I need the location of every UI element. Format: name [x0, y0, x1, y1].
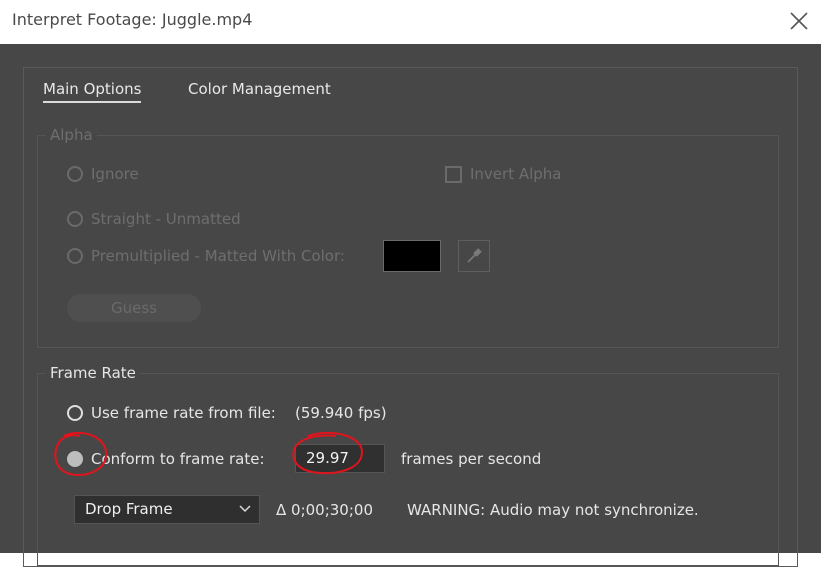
- guess-button[interactable]: Guess: [67, 294, 201, 322]
- chevron-down-icon: [239, 505, 251, 513]
- dialog-body: Main Options Color Management Alpha Igno…: [0, 44, 821, 567]
- drop-frame-dropdown[interactable]: Drop Frame: [74, 495, 260, 524]
- frame-rate-legend: Frame Rate: [50, 364, 136, 382]
- straight-label: Straight - Unmatted: [91, 210, 241, 228]
- use-file-rate-label: Use frame rate from file:: [91, 404, 276, 422]
- duration-value: Δ 0;00;30;00: [276, 501, 373, 519]
- radio-use-file-rate[interactable]: [67, 405, 83, 421]
- tab-main-options[interactable]: Main Options: [43, 80, 142, 103]
- matte-color-swatch[interactable]: [383, 240, 441, 272]
- title-bar: Interpret Footage: Juggle.mp4: [0, 0, 821, 44]
- ignore-label: Ignore: [91, 165, 139, 183]
- window-title: Interpret Footage: Juggle.mp4: [12, 10, 253, 29]
- eyedropper-button[interactable]: [458, 240, 490, 272]
- radio-ignore[interactable]: [67, 166, 83, 182]
- fps-unit-label: frames per second: [401, 450, 542, 468]
- close-icon[interactable]: [786, 8, 812, 34]
- radio-premultiplied[interactable]: [67, 248, 83, 264]
- eyedropper-icon: [467, 248, 482, 263]
- premultiplied-label: Premultiplied - Matted With Color:: [91, 247, 345, 265]
- alpha-legend: Alpha: [50, 126, 93, 144]
- tab-color-management[interactable]: Color Management: [188, 80, 331, 98]
- invert-alpha-label: Invert Alpha: [470, 165, 562, 183]
- invert-alpha-checkbox[interactable]: [445, 166, 462, 183]
- radio-straight[interactable]: [67, 211, 83, 227]
- conform-rate-label: Conform to frame rate:: [91, 450, 265, 468]
- conform-rate-input[interactable]: 29.97: [295, 444, 385, 473]
- drop-frame-value: Drop Frame: [85, 500, 173, 518]
- radio-conform-rate[interactable]: [67, 451, 83, 467]
- file-fps-value: (59.940 fps): [295, 404, 387, 422]
- sync-warning: WARNING: Audio may not synchronize.: [407, 501, 699, 519]
